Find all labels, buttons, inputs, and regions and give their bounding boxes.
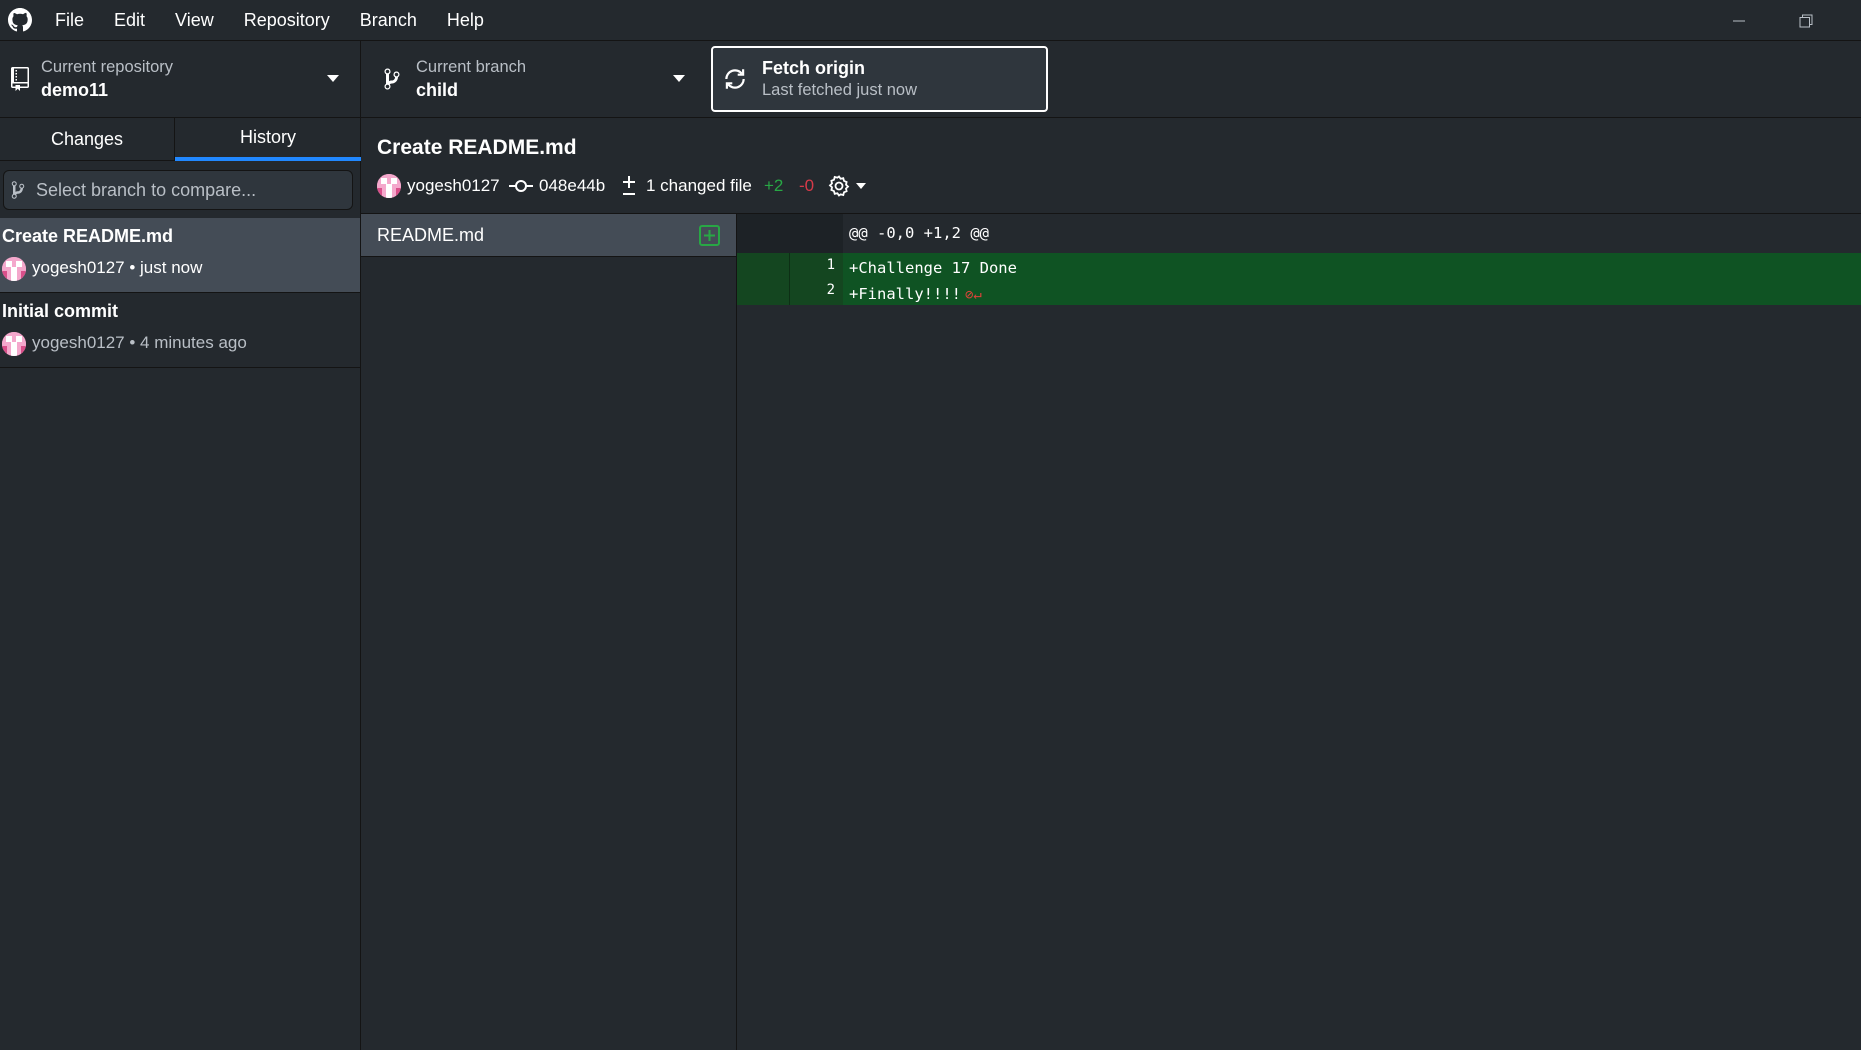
git-branch-icon <box>11 180 25 205</box>
avatar <box>377 174 401 198</box>
avatar <box>2 257 26 281</box>
diff-hunk-header: @@ -0,0 +1,2 @@ <box>737 214 1861 253</box>
current-branch-name: child <box>416 80 459 100</box>
git-branch-icon <box>378 65 406 93</box>
gear-icon <box>828 175 850 197</box>
menu-branch[interactable]: Branch <box>345 0 432 41</box>
menu-repository[interactable]: Repository <box>229 0 345 41</box>
file-name: README.md <box>377 225 485 245</box>
diff-gutter <box>737 214 789 253</box>
current-repository-dropdown[interactable]: Current repository demo11 <box>0 41 361 117</box>
toolbar: Current repository demo11 Current branch… <box>0 41 1861 118</box>
menu-view[interactable]: View <box>160 0 229 41</box>
commit-title: Create README.md <box>2 226 174 246</box>
restore-button[interactable] <box>1772 0 1839 41</box>
current-branch-label: Current branch <box>416 58 527 76</box>
menu-bar: File Edit View Repository Branch Help <box>0 0 1861 41</box>
tab-changes[interactable]: Changes <box>0 118 175 161</box>
fetch-origin-title: Fetch origin <box>762 58 865 78</box>
diff-line-added[interactable]: 1 +Challenge 17 Done <box>737 253 1861 283</box>
fetch-origin-subtitle: Last fetched just now <box>762 81 918 99</box>
diff-line-text: +Finally!!!! <box>849 285 961 303</box>
commit-list-item[interactable]: Create README.md yogesh0127 • just now <box>0 218 360 293</box>
menu-help[interactable]: Help <box>432 0 499 41</box>
current-repository-name: demo11 <box>41 80 109 100</box>
no-newline-icon: ⊘↵ <box>964 287 982 303</box>
menu-edit[interactable]: Edit <box>99 0 160 41</box>
sidebar-tabs: Changes History <box>0 118 361 161</box>
avatar <box>2 332 26 356</box>
additions-count: +2 <box>764 176 784 195</box>
sync-icon <box>722 65 748 98</box>
changed-files-count: 1 changed file <box>646 176 752 195</box>
sidebar: Changes History Create README.md yogesh0… <box>0 118 361 1050</box>
commit-list-item[interactable]: Initial commit yogesh0127 • 4 minutes ag… <box>0 293 360 368</box>
diff-line-text: +Challenge 17 Done <box>843 253 1861 283</box>
commit-author: yogesh0127 <box>407 176 500 195</box>
repo-icon <box>6 65 34 93</box>
commit-title: Initial commit <box>2 301 119 321</box>
chevron-down-icon <box>327 75 339 82</box>
diff-gutter <box>789 214 843 253</box>
diff-settings-button[interactable] <box>827 173 866 199</box>
minimize-icon <box>1732 20 1745 21</box>
current-repository-label: Current repository <box>41 58 174 76</box>
file-list-item[interactable]: README.md <box>361 214 736 257</box>
commit-sha[interactable]: 048e44b <box>539 176 605 196</box>
restore-icon <box>1799 14 1812 27</box>
tab-history[interactable]: History <box>175 118 361 161</box>
file-added-icon <box>699 225 720 246</box>
line-number: 1 <box>789 253 843 283</box>
line-number: 2 <box>789 283 843 305</box>
diff-icon <box>620 174 638 203</box>
branch-compare-input[interactable] <box>36 171 346 209</box>
diff-gutter-old <box>737 283 789 305</box>
commit-summary-title: Create README.md <box>377 136 577 159</box>
diff-line-content: +Finally!!!! ⊘↵ <box>843 283 1861 305</box>
commit-summary-header: Create README.md yogesh0127 048e44b 1 ch… <box>361 118 1861 214</box>
diff-view: @@ -0,0 +1,2 @@ 1 +Challenge 17 Done 2 +… <box>737 214 1861 1050</box>
chevron-down-icon <box>673 75 685 82</box>
deletions-count: -0 <box>799 176 815 195</box>
diff-gutter-old <box>737 253 789 283</box>
minimize-button[interactable] <box>1705 0 1772 41</box>
fetch-origin-button[interactable]: Fetch origin Last fetched just now <box>711 46 1048 112</box>
current-branch-dropdown[interactable]: Current branch child <box>361 41 709 117</box>
commit-list: Create README.md yogesh0127 • just now I… <box>0 218 360 368</box>
hunk-header-text: @@ -0,0 +1,2 @@ <box>849 224 989 242</box>
menu-file[interactable]: File <box>40 0 99 41</box>
changed-files-list: README.md <box>361 214 737 1050</box>
diff-line-added[interactable]: 2 +Finally!!!! ⊘↵ <box>737 283 1861 305</box>
commit-meta: yogesh0127 • just now <box>32 258 203 277</box>
chevron-down-icon <box>856 183 866 189</box>
github-logo-icon[interactable] <box>0 0 40 41</box>
git-commit-icon <box>509 178 533 199</box>
branch-compare-field[interactable] <box>3 170 353 210</box>
commit-meta: yogesh0127 • 4 minutes ago <box>32 333 247 352</box>
